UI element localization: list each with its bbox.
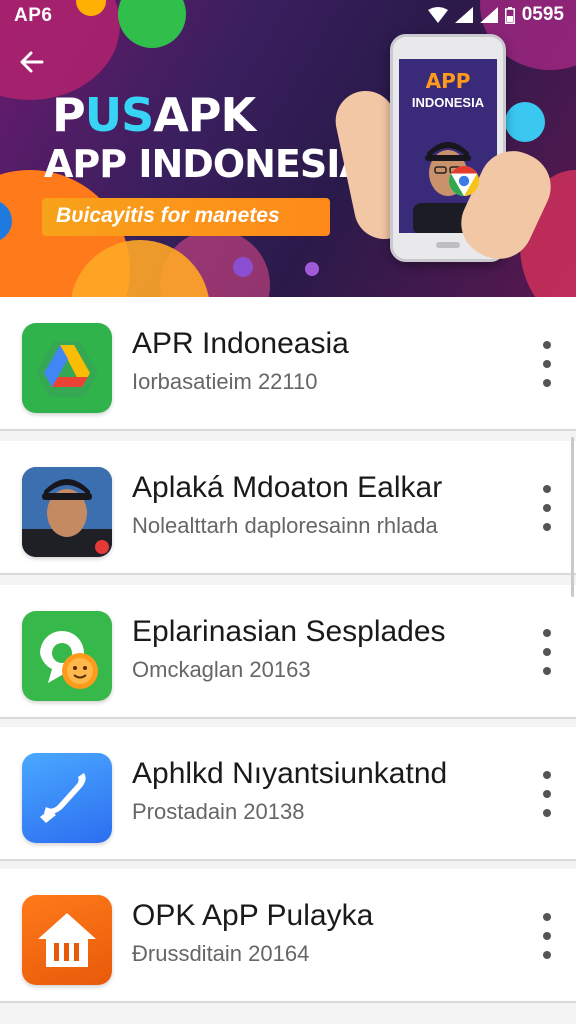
app-title: Aphlkd Nıyantsiunkatnd [132, 757, 448, 790]
banner-subtitle: APP INDONESIA [44, 142, 369, 186]
banner-title-accent: US [84, 88, 154, 142]
app-subtitle: Omckaglan 20163 [132, 657, 311, 682]
menu-dot [543, 379, 551, 387]
sun-mascot-icon [22, 611, 112, 701]
more-options-icon[interactable] [534, 483, 560, 533]
list-item[interactable]: APR Indoneasia Ιorbasatieim 22110 [0, 297, 576, 431]
signal-icon-2 [479, 7, 498, 23]
banner-title: PUSAPK [52, 88, 256, 142]
menu-dot [543, 629, 551, 637]
menu-dot [543, 504, 551, 512]
menu-dot [543, 932, 551, 940]
menu-dot [543, 523, 551, 531]
menu-dot [543, 485, 551, 493]
app-subtitle: Prostadain 20138 [132, 799, 305, 824]
menu-dot [543, 360, 551, 368]
app-subtitle: Ιorbasatieim 22110 [132, 369, 318, 394]
phone-home-button [436, 242, 460, 248]
menu-dot [543, 790, 551, 798]
list-item[interactable]: Aphlkd Nıyantsiunkatnd Prostadain 20138 [0, 727, 576, 861]
banner-title-part: APK [153, 88, 256, 142]
list-item[interactable]: Aplaká Mdoaton Ealkar Nolealttarh daplor… [0, 441, 576, 575]
phone-screen-title: APP [425, 69, 471, 93]
menu-dot [543, 809, 551, 817]
more-options-icon[interactable] [534, 911, 560, 961]
back-arrow-icon[interactable] [16, 46, 48, 78]
more-options-icon[interactable] [534, 627, 560, 677]
scrollbar[interactable] [571, 437, 574, 597]
wifi-icon [427, 7, 448, 23]
app-title: Eplarinasian Sesplades [132, 615, 446, 648]
decor-blob [305, 262, 319, 276]
menu-dot [543, 771, 551, 779]
signal-icon [454, 7, 473, 23]
app-subtitle: Nolealttarh daploresainn rhlada [132, 513, 438, 538]
banner-tagline[interactable]: Bυicayitis for manetes [42, 198, 330, 236]
drive-icon [22, 323, 112, 413]
status-bar: AP6 0595 [0, 0, 576, 30]
app-title: APR Indoneasia [132, 327, 349, 360]
chrome-icon [448, 166, 480, 196]
menu-dot [543, 667, 551, 675]
house-icon [22, 895, 112, 985]
app-title: OPK ApP Pulayka [132, 899, 374, 932]
decor-blob [233, 257, 253, 277]
menu-dot [543, 648, 551, 656]
app-subtitle: Đrussditain 20164 [132, 941, 310, 966]
list-item[interactable]: Eplarinasian Sesplades Omckaglan 20163 [0, 585, 576, 719]
more-options-icon[interactable] [534, 339, 560, 389]
menu-dot [543, 913, 551, 921]
menu-dot [543, 951, 551, 959]
hero-banner: AP6 0595 PUSAPK APP INDONESIA Bυicayitis… [0, 0, 576, 297]
more-options-icon[interactable] [534, 769, 560, 819]
status-label: AP6 [14, 5, 53, 26]
battery-icon [504, 6, 515, 24]
status-time: 0595 [521, 4, 564, 25]
status-icons: 0595 [427, 4, 564, 26]
decor-blob [505, 102, 545, 142]
banner-title-part: P [52, 88, 86, 142]
phone-screen-subtitle: INDONESIA [411, 95, 485, 110]
app-list: APR Indoneasia Ιorbasatieim 22110 Aplaká… [0, 297, 576, 1024]
avatar-photo-icon [22, 467, 112, 557]
app-title: Aplaká Mdoaton Ealkar [132, 471, 443, 504]
menu-dot [543, 341, 551, 349]
phone-handset-icon [22, 753, 112, 843]
list-item[interactable]: OPK ApP Pulayka Đrussditain 20164 [0, 869, 576, 1003]
